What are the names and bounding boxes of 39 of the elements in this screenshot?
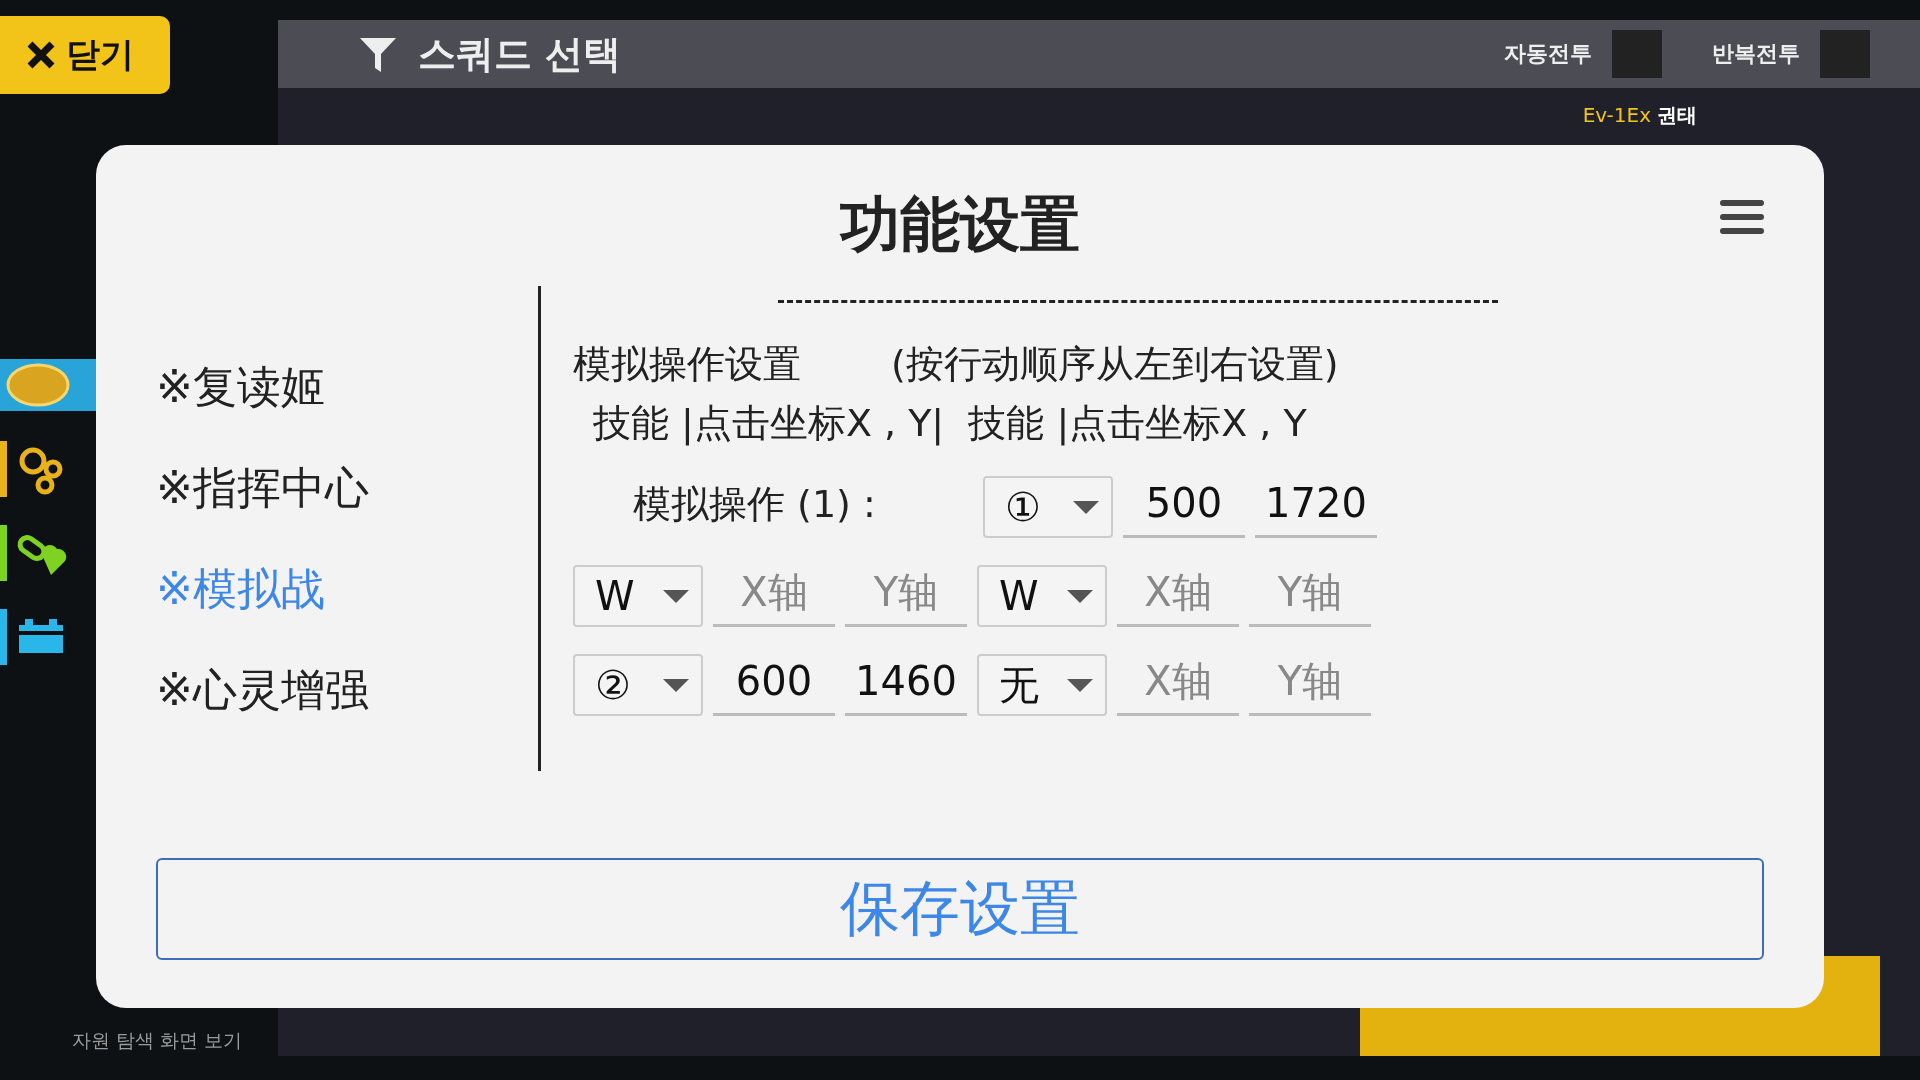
screen-title: 스쿼드 선택 bbox=[418, 30, 622, 78]
dropdown[interactable]: ② bbox=[573, 654, 703, 716]
menu-icon[interactable] bbox=[1720, 199, 1764, 235]
caret-icon bbox=[663, 589, 689, 603]
input-field[interactable]: X轴 bbox=[713, 560, 835, 627]
section-heading: 模拟操作设置 bbox=[573, 341, 801, 388]
toggle-box[interactable] bbox=[1612, 30, 1662, 78]
caret-icon bbox=[1067, 678, 1093, 692]
dropdown[interactable]: W bbox=[573, 565, 703, 627]
row-label: 模拟操作 (1) : bbox=[632, 481, 877, 528]
stage-title: Ev-1Ex 권태 bbox=[1582, 102, 1698, 129]
dialog-title: 功能设置 bbox=[840, 188, 1080, 261]
section-hint: (按行动顺序从左到右设置) bbox=[891, 341, 1339, 388]
close-icon bbox=[26, 40, 56, 70]
input-field[interactable]: 600 bbox=[713, 649, 835, 716]
dropdown[interactable]: 无 bbox=[977, 654, 1107, 716]
input-field[interactable]: 500 bbox=[1123, 471, 1245, 538]
input-field[interactable]: X轴 bbox=[1117, 649, 1239, 716]
caret-icon bbox=[663, 678, 689, 692]
menu-item[interactable]: ※复读姬 bbox=[156, 358, 538, 417]
input-field[interactable]: Y轴 bbox=[845, 560, 967, 627]
input-field[interactable]: X轴 bbox=[1117, 560, 1239, 627]
footer-link[interactable]: 자원 탐색 화면 보기 bbox=[72, 1028, 278, 1054]
dropdown[interactable]: W bbox=[977, 565, 1107, 627]
close-button[interactable]: 닫기 bbox=[0, 16, 170, 94]
column-header: 技能 |点击坐标X , Y| 技能 |点击坐标X , Y bbox=[593, 400, 1308, 448]
caret-icon bbox=[1073, 500, 1099, 514]
input-field[interactable]: 1720 bbox=[1255, 471, 1377, 538]
menu-item[interactable]: ※心灵增强 bbox=[156, 661, 538, 720]
toggle-label: 자동전투 bbox=[1504, 40, 1592, 68]
toggle-box[interactable] bbox=[1820, 30, 1870, 78]
toggle-label: 반복전투 bbox=[1712, 40, 1800, 68]
input-field[interactable]: Y轴 bbox=[1249, 560, 1371, 627]
input-field[interactable]: Y轴 bbox=[1249, 649, 1371, 716]
menu-item[interactable]: ※指挥中心 bbox=[156, 459, 538, 518]
input-field[interactable]: 1460 bbox=[845, 649, 967, 716]
medal-icon bbox=[6, 362, 70, 408]
caret-icon bbox=[1067, 589, 1093, 603]
dropdown[interactable]: ① bbox=[983, 476, 1113, 538]
